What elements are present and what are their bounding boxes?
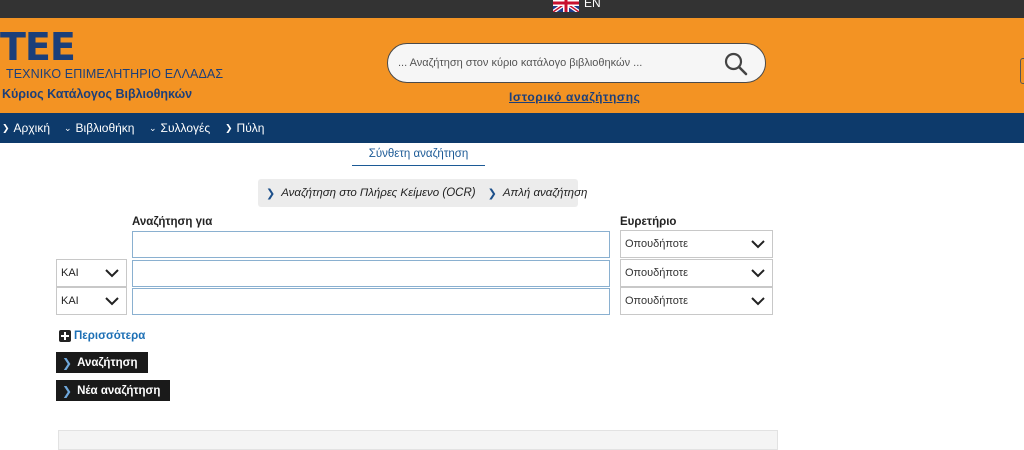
nav-item-collections[interactable]: ⌄ Συλλογές — [149, 113, 210, 143]
operator-select-3[interactable]: ΚΑΙ — [56, 287, 127, 315]
chevron-down-icon — [751, 269, 765, 278]
new-search-button[interactable]: ❯ Νέα αναζήτηση — [56, 380, 171, 401]
chevron-right-icon: ❯ — [2, 122, 10, 133]
new-search-button-label: Νέα αναζήτηση — [77, 384, 161, 397]
index-select-1[interactable]: Οπουδήποτε — [620, 230, 773, 258]
logo-mark: ΤΕΕ — [0, 25, 76, 69]
chevron-down-icon — [105, 269, 119, 278]
chevron-right-icon: ❯ — [487, 187, 497, 200]
search-for-label: Αναζήτηση για — [132, 216, 213, 228]
nav-label: Συλλογές — [160, 121, 211, 135]
language-label: EN — [584, 0, 601, 10]
index-select-value: Οπουδήποτε — [625, 295, 689, 307]
site-header: ΤΕΕ ΤΕΧΝΙΚΟ ΕΠΙΜΕΛΗΤΗΡΙΟ ΕΛΛΑΔΑΣ Κύριος … — [0, 18, 1024, 113]
operator-select-value: ΚΑΙ — [61, 295, 79, 307]
nav-item-home[interactable]: ❯ Αρχική — [2, 113, 50, 143]
nav-label: Βιβλιοθήκη — [75, 121, 135, 135]
search-icon[interactable] — [723, 51, 749, 77]
nav-item-portal[interactable]: ❯ Πύλη — [225, 113, 264, 143]
chevron-right-icon: ❯ — [62, 383, 73, 398]
chevron-down-icon — [105, 297, 119, 306]
more-label: Περισσότερα — [74, 330, 146, 342]
edge-button[interactable] — [1020, 58, 1024, 84]
more-fields-link[interactable]: Περισσότερα — [59, 330, 145, 342]
chevron-down-icon — [751, 240, 765, 249]
uk-flag-icon — [553, 0, 579, 12]
chevron-down-icon: ⌄ — [64, 122, 72, 133]
index-label: Ευρετήριο — [620, 216, 677, 228]
main-nav: ❯ Αρχική ⌄ Βιβλιοθήκη ⌄ Συλλογές ❯ Πύλη — [0, 113, 1024, 143]
search-term-input-3[interactable] — [132, 288, 610, 315]
index-select-2[interactable]: Οπουδήποτε — [620, 259, 773, 287]
chevron-down-icon: ⌄ — [149, 122, 157, 133]
simple-search-link[interactable]: Απλή αναζήτηση — [503, 187, 588, 199]
catalog-name: Κύριος Κατάλογος Βιβλιοθηκών — [2, 87, 193, 101]
nav-item-library[interactable]: ⌄ Βιβλιοθήκη — [64, 113, 134, 143]
info-box — [58, 430, 778, 450]
search-term-input-2[interactable] — [132, 260, 610, 287]
main-search-box — [387, 43, 766, 83]
index-select-value: Οπουδήποτε — [625, 238, 689, 250]
tee-logo[interactable]: ΤΕΕ ΤΕΧΝΙΚΟ ΕΠΙΜΕΛΗΤΗΡΙΟ ΕΛΛΑΔΑΣ — [0, 25, 223, 81]
search-mode-links: ❯ Αναζήτηση στο Πλήρες Κείμενο (OCR) ❯ Α… — [258, 179, 587, 207]
chevron-down-icon — [751, 297, 765, 306]
nav-label: Πύλη — [236, 121, 265, 135]
language-switch[interactable]: EN — [553, 0, 601, 12]
nav-label: Αρχική — [13, 121, 51, 135]
tab-advanced-search[interactable]: Σύνθετη αναζήτηση — [352, 148, 485, 166]
operator-select-2[interactable]: ΚΑΙ — [56, 259, 127, 287]
chevron-right-icon: ❯ — [225, 122, 233, 133]
logo-subtitle: ΤΕΧΝΙΚΟ ΕΠΙΜΕΛΗΤΗΡΙΟ ΕΛΛΑΔΑΣ — [6, 67, 224, 81]
chevron-right-icon: ❯ — [266, 187, 276, 200]
plus-box-icon — [59, 330, 71, 342]
search-button[interactable]: ❯ Αναζήτηση — [56, 352, 148, 373]
search-history-link[interactable]: Ιστορικό αναζήτησης — [509, 90, 640, 104]
search-button-label: Αναζήτηση — [77, 356, 138, 369]
operator-select-value: ΚΑΙ — [61, 267, 79, 279]
index-select-3[interactable]: Οπουδήποτε — [620, 287, 773, 315]
index-select-value: Οπουδήποτε — [625, 267, 689, 279]
search-term-input-1[interactable] — [132, 231, 610, 258]
ocr-search-link[interactable]: Αναζήτηση στο Πλήρες Κείμενο (OCR) — [281, 187, 475, 199]
main-search-input[interactable] — [398, 54, 718, 72]
language-bar: EN — [0, 0, 1024, 18]
chevron-right-icon: ❯ — [62, 355, 73, 370]
